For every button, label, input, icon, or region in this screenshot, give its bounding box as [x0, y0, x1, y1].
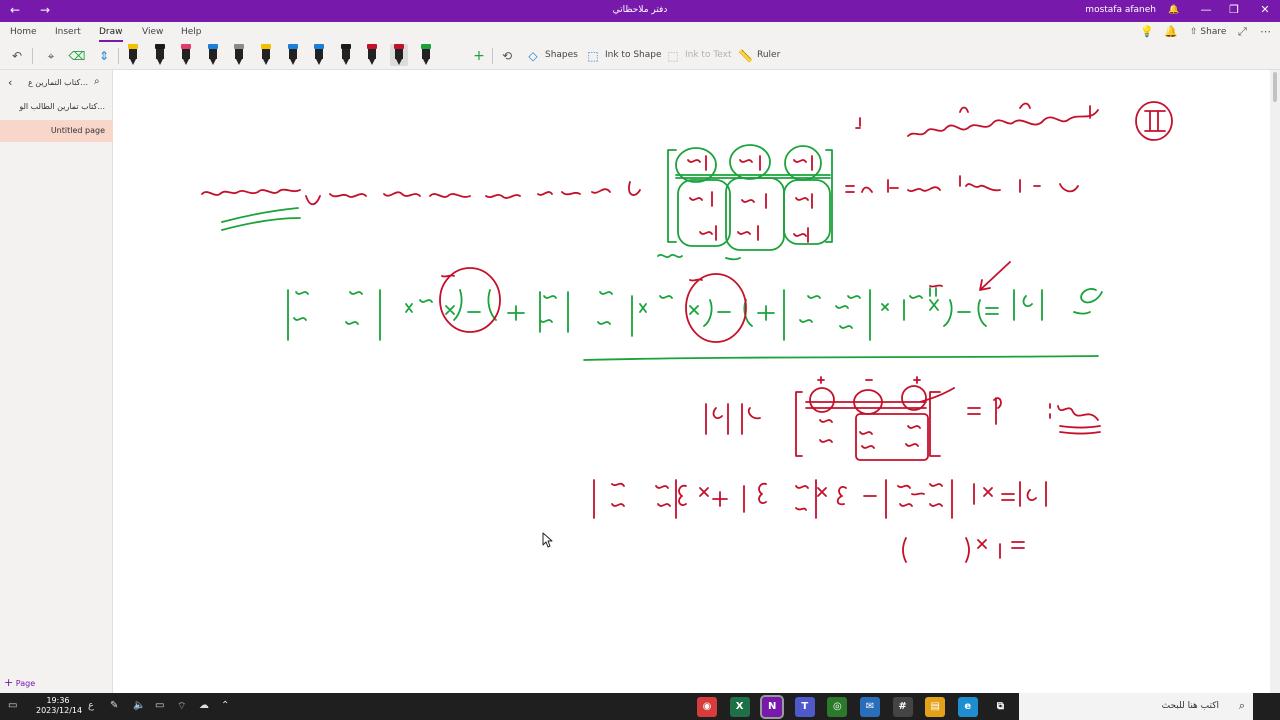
teams-icon[interactable]: T: [794, 697, 815, 717]
ink-example: [705, 376, 1101, 461]
onenote-icon[interactable]: N: [760, 695, 785, 719]
mouse-cursor: [542, 532, 553, 548]
windows-taskbar: ▭ 19:36 2023/12/14 ع ✎ 🔈 ▭ ⌔ ☁ ⌃ ◉ X N T ◎ ✉ #…: [0, 693, 1280, 720]
cloud-icon[interactable]: ☁: [199, 700, 209, 711]
ink-section-number: [1135, 101, 1173, 141]
pen-workspace-icon[interactable]: ✎: [110, 700, 118, 711]
volume-icon[interactable]: 🔈: [133, 700, 145, 711]
notifications-icon[interactable]: ▭: [8, 700, 17, 711]
edge-icon[interactable]: e: [957, 697, 978, 717]
input-language[interactable]: ع: [88, 700, 94, 711]
wifi-icon[interactable]: ⌔: [177, 700, 186, 713]
clock-date: 2023/12/14: [36, 706, 83, 715]
calculator-icon[interactable]: #: [892, 697, 913, 717]
mail-icon[interactable]: ✉: [860, 697, 880, 717]
app-icon-1[interactable]: ◉: [697, 697, 717, 717]
clock-time: 19:36: [46, 696, 70, 705]
file-explorer-icon[interactable]: ▤: [925, 697, 946, 717]
ink-rule-line: [845, 175, 1079, 193]
chevron-up-icon[interactable]: ⌃: [221, 700, 229, 711]
task-view-icon[interactable]: ⧉: [990, 697, 1011, 717]
display-icon[interactable]: ▭: [155, 700, 164, 711]
ink-worked-answer: [593, 479, 1047, 563]
clock[interactable]: 19:36 2023/12/14: [36, 696, 83, 716]
search-placeholder: اكتب هنا للبحث: [1161, 701, 1219, 711]
excel-icon[interactable]: X: [729, 697, 750, 717]
taskbar-search[interactable]: اكتب هنا للبحث ⌕: [1019, 693, 1253, 720]
handwritten-ink: [201, 101, 1173, 563]
chrome-icon[interactable]: ◎: [827, 697, 848, 717]
ink-heading: [855, 109, 1099, 137]
search-icon: ⌕: [1238, 699, 1245, 712]
